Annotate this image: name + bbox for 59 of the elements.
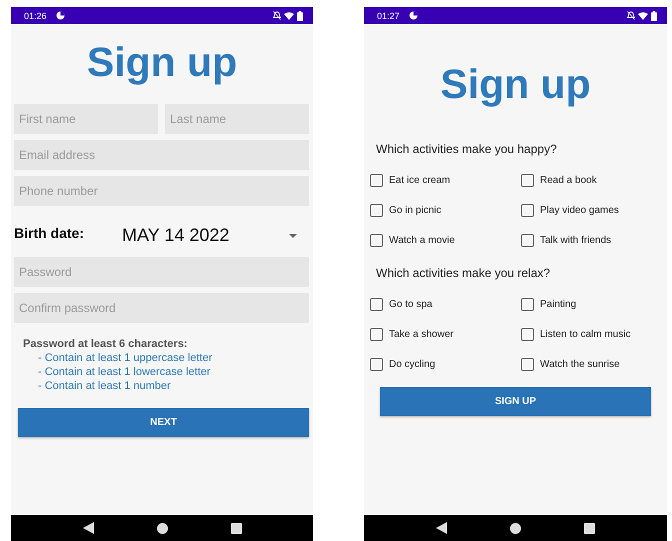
checkbox-label: Go in picnic (389, 204, 442, 216)
password-rule: - Contain at least 1 number (37, 379, 172, 393)
notification-icon (408, 11, 418, 20)
recents-icon[interactable] (584, 522, 596, 534)
checkbox-label: Watch the sunrise (540, 358, 620, 370)
checkbox-label: Eat ice cream (389, 174, 450, 186)
checkbox[interactable] (370, 204, 383, 216)
date-dropdown[interactable]: MAY 14 2022 (122, 222, 309, 250)
home-icon[interactable] (510, 522, 521, 534)
status-time: 01:27 (377, 10, 400, 20)
checkbox-label: Painting (540, 298, 576, 310)
question-text: Which activities make you happy? (375, 141, 558, 157)
checkbox[interactable] (370, 328, 383, 340)
checkbox-label: Go to spa (389, 298, 432, 310)
battery-icon (651, 10, 657, 20)
checkbox[interactable] (521, 204, 534, 216)
muted-bell-icon (273, 11, 281, 20)
next-button[interactable]: NEXT (18, 408, 309, 437)
phone-field[interactable]: Phone number (14, 176, 309, 206)
checkbox-label: Talk with friends (540, 234, 612, 246)
battery-icon (297, 10, 303, 20)
birth-date-label: Birth date: (14, 224, 85, 240)
back-icon[interactable] (436, 522, 447, 534)
checkbox[interactable] (521, 358, 534, 370)
page-title: Sign up (439, 60, 592, 108)
password-hint-title: Password at least 6 characters: (23, 337, 188, 351)
checkbox-label: Watch a movie (389, 234, 455, 246)
password-rule: - Contain at least 1 lowercase letter (37, 365, 212, 379)
checkbox[interactable] (521, 328, 534, 340)
question-text: Which activities make you relax? (375, 265, 552, 281)
muted-bell-icon (627, 11, 635, 20)
recents-icon[interactable] (230, 522, 242, 534)
checkbox-label: Take a shower (389, 328, 454, 340)
wifi-icon (638, 12, 648, 20)
checkbox[interactable] (521, 234, 534, 246)
home-icon[interactable] (156, 522, 168, 534)
email-field[interactable]: Email address (14, 140, 309, 170)
checkbox[interactable] (370, 358, 383, 370)
status-time: 01:26 (24, 10, 47, 20)
checkbox-label: Listen to calm music (540, 328, 631, 340)
last-name-field[interactable]: Last name (165, 104, 309, 134)
checkbox-label: Read a book (540, 174, 597, 186)
sign-up-button[interactable]: SIGN UP (380, 387, 651, 416)
notification-icon (56, 11, 65, 20)
wifi-icon (284, 12, 294, 20)
confirm-password-field[interactable]: Confirm password (14, 293, 309, 323)
dropdown-caret-icon (289, 234, 297, 238)
password-field[interactable]: Password (14, 257, 309, 287)
checkbox[interactable] (521, 298, 534, 310)
checkbox-label: Do cycling (389, 358, 436, 370)
checkbox[interactable] (370, 298, 383, 310)
back-icon[interactable] (82, 522, 94, 534)
first-name-field[interactable]: First name (14, 104, 158, 134)
checkbox-label: Play video games (540, 204, 619, 216)
page-title: Sign up (86, 38, 238, 86)
checkbox[interactable] (370, 174, 383, 186)
password-rule: - Contain at least 1 uppercase letter (37, 351, 214, 365)
checkbox[interactable] (370, 234, 383, 246)
checkbox[interactable] (521, 174, 534, 186)
